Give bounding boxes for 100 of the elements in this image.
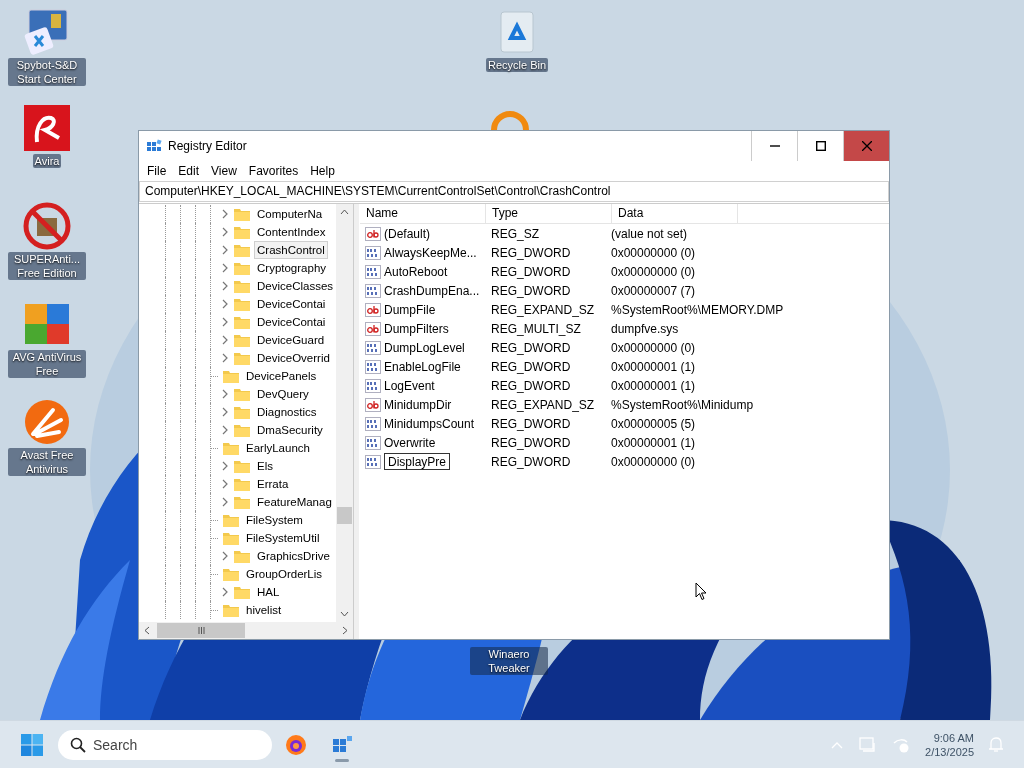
binary-value-icon[interactable] xyxy=(365,245,381,260)
chevron-right-icon[interactable] xyxy=(221,497,229,507)
value-name[interactable]: (Default) xyxy=(384,226,430,241)
tree-item[interactable]: Diagnostics xyxy=(254,403,320,421)
chevron-right-icon[interactable] xyxy=(221,461,229,471)
menu-item[interactable]: Help xyxy=(305,164,342,178)
value-name[interactable]: Overwrite xyxy=(384,435,436,450)
tree-item[interactable]: EarlyLaunch xyxy=(243,439,313,457)
chevron-right-icon[interactable] xyxy=(221,587,229,597)
no-entry-icon[interactable] xyxy=(23,202,71,250)
tree-item[interactable]: Errata xyxy=(254,475,292,493)
tree-item[interactable]: DevQuery xyxy=(254,385,312,403)
value-name[interactable]: DumpFilters xyxy=(384,321,449,336)
icon-label[interactable]: Avira xyxy=(32,154,62,168)
tree-item[interactable]: DevicePanels xyxy=(243,367,320,385)
chevron-right-icon[interactable] xyxy=(221,551,229,561)
binary-value-icon[interactable] xyxy=(365,454,381,469)
close-button[interactable] xyxy=(843,131,889,161)
scroll-thumb[interactable] xyxy=(157,623,245,638)
tree-item[interactable]: DmaSecurity xyxy=(254,421,326,439)
tree-item[interactable]: GraphicsDrive xyxy=(254,547,333,565)
binary-value-icon[interactable] xyxy=(365,359,381,374)
chevron-right-icon[interactable] xyxy=(221,227,229,237)
string-value-icon[interactable] xyxy=(365,397,381,412)
vertical-scrollbar[interactable] xyxy=(336,204,353,622)
tree-item[interactable]: HAL xyxy=(254,583,283,601)
menu-item[interactable]: Edit xyxy=(173,164,207,178)
chevron-right-icon[interactable] xyxy=(221,335,229,345)
column-header[interactable]: Type xyxy=(486,204,612,223)
binary-value-icon[interactable] xyxy=(365,340,381,355)
tree-item[interactable]: ContentIndex xyxy=(254,223,329,241)
scroll-thumb[interactable] xyxy=(337,507,352,524)
search-field[interactable]: Search xyxy=(58,730,272,760)
icon-label[interactable]: AVG AntiVirus Free xyxy=(8,350,86,378)
scroll-down-icon[interactable] xyxy=(340,611,349,617)
tree-item[interactable]: DeviceContai xyxy=(254,295,329,313)
column-header[interactable]: Name xyxy=(360,204,486,223)
fox-globe-icon[interactable] xyxy=(284,732,308,757)
tree-item[interactable]: CrashControl xyxy=(254,241,328,259)
chevron-right-icon[interactable] xyxy=(221,281,229,291)
value-name[interactable]: CrashDumpEna... xyxy=(384,283,480,298)
scroll-right-icon[interactable] xyxy=(342,626,348,635)
icon-label[interactable]: Recycle Bin xyxy=(485,58,549,72)
icon-label[interactable]: Winaero Tweaker xyxy=(470,647,548,675)
string-value-icon[interactable] xyxy=(365,226,381,241)
screen-icon[interactable] xyxy=(23,8,71,56)
chevron-right-icon[interactable] xyxy=(221,245,229,255)
tree-item[interactable]: hivelist xyxy=(243,601,285,619)
value-name[interactable]: DumpFile xyxy=(384,302,436,317)
binary-value-icon[interactable] xyxy=(365,378,381,393)
tree-item[interactable]: FileSystemUtil xyxy=(243,529,323,547)
chevron-right-icon[interactable] xyxy=(221,263,229,273)
scroll-up-icon[interactable] xyxy=(340,209,349,215)
tree-item[interactable]: DeviceContai xyxy=(254,313,329,331)
chevron-right-icon[interactable] xyxy=(221,209,229,219)
value-name[interactable]: LogEvent xyxy=(384,378,435,393)
binary-value-icon[interactable] xyxy=(365,416,381,431)
address-bar[interactable]: Computer\HKEY_LOCAL_MACHINE\SYSTEM\CurrentControlSet\Control\CrashControl xyxy=(139,181,889,202)
icon-label[interactable]: SUPERAnti... Free Edition xyxy=(8,252,86,280)
string-value-icon[interactable] xyxy=(365,321,381,336)
tree-item[interactable]: GroupOrderLis xyxy=(243,565,326,583)
menu-item[interactable]: File xyxy=(142,164,174,178)
umbrella-icon[interactable] xyxy=(23,104,71,152)
scroll-left-icon[interactable] xyxy=(144,626,150,635)
value-name[interactable]: EnableLogFile xyxy=(384,359,461,374)
binary-value-icon[interactable] xyxy=(365,283,381,298)
tree-item[interactable]: DeviceOverrid xyxy=(254,349,333,367)
value-name[interactable]: MinidumpDir xyxy=(384,397,452,412)
chevron-right-icon[interactable] xyxy=(221,317,229,327)
string-value-icon[interactable] xyxy=(365,302,381,317)
value-name[interactable]: AutoReboot xyxy=(384,264,448,279)
value-data: (value not set) xyxy=(611,226,688,241)
icon-label[interactable]: Spybot-S&D Start Center xyxy=(8,58,86,86)
chevron-right-icon[interactable] xyxy=(221,425,229,435)
tree-item[interactable]: FileSystem xyxy=(243,511,306,529)
clock[interactable]: 9:06 AM 2/13/2025 xyxy=(925,731,974,759)
burst-icon[interactable] xyxy=(23,398,71,446)
tree-item[interactable]: DeviceClasses xyxy=(254,277,336,295)
value-name[interactable]: AlwaysKeepMe... xyxy=(384,245,477,260)
chevron-right-icon[interactable] xyxy=(221,353,229,363)
binary-value-icon[interactable] xyxy=(365,264,381,279)
chevron-right-icon[interactable] xyxy=(221,389,229,399)
chevron-right-icon[interactable] xyxy=(221,299,229,309)
start-icon[interactable] xyxy=(20,733,44,757)
menu-item[interactable]: View xyxy=(206,164,244,178)
tree-item[interactable]: DeviceGuard xyxy=(254,331,328,349)
menu-item[interactable]: Favorites xyxy=(243,164,306,178)
horizontal-scrollbar[interactable] xyxy=(139,622,353,639)
icon-label[interactable]: Avast Free Antivirus xyxy=(8,448,86,476)
binary-value-icon[interactable] xyxy=(365,435,381,450)
value-name[interactable]: DumpLogLevel xyxy=(384,340,465,355)
chevron-right-icon[interactable] xyxy=(221,479,229,489)
column-header[interactable]: Data xyxy=(612,204,738,223)
tree-item[interactable]: Cryptography xyxy=(254,259,330,277)
rename-field[interactable]: DisplayPre xyxy=(384,453,450,470)
tree-item[interactable]: ComputerNa xyxy=(254,205,326,223)
chevron-right-icon[interactable] xyxy=(221,407,229,417)
tree-item[interactable]: Els xyxy=(254,457,276,475)
value-name[interactable]: MinidumpsCount xyxy=(384,416,475,431)
tree-item[interactable]: FeatureManag xyxy=(254,493,335,511)
